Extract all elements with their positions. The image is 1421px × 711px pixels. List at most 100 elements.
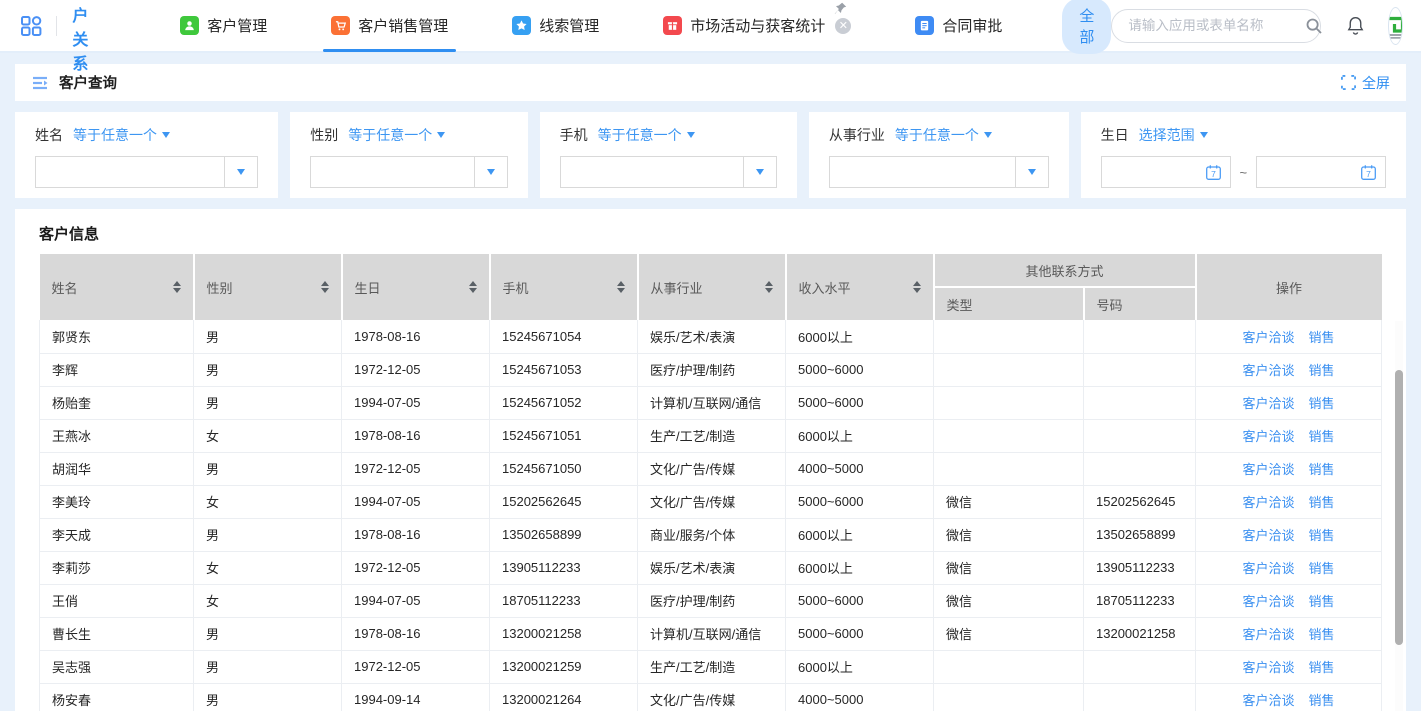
customer-negotiation-link[interactable]: 客户洽谈	[1242, 363, 1294, 378]
collapse-filters-icon[interactable]	[31, 75, 49, 91]
operator-dropdown[interactable]: 等于任意一个	[73, 125, 170, 145]
cell-contact_number: 18705112233	[1084, 584, 1196, 617]
col-header-gender[interactable]: 性别	[194, 254, 342, 320]
tab-leads-management[interactable]: 线索管理	[498, 0, 613, 52]
tab-contract-approval[interactable]: 合同审批	[901, 0, 1016, 52]
select-arrow-icon[interactable]	[743, 157, 776, 187]
operator-dropdown[interactable]: 等于任意一个	[348, 125, 445, 145]
tab-market-activity-stats[interactable]: 市场活动与获客统计 ✕	[649, 0, 865, 52]
sales-link[interactable]: 销售	[1309, 660, 1335, 675]
cell-contact_type	[934, 683, 1084, 711]
filter-bar: 姓名 等于任意一个 性别 等于任意一个 手机	[15, 112, 1406, 198]
gender-filter-select[interactable]	[310, 156, 507, 188]
customer-negotiation-link[interactable]: 客户洽谈	[1242, 396, 1294, 411]
birthday-start-input[interactable]: 7	[1101, 156, 1231, 188]
sort-icon[interactable]	[913, 281, 921, 294]
col-header-industry[interactable]: 从事行业	[638, 254, 786, 320]
cell-actions: 客户洽谈销售	[1196, 419, 1382, 452]
cell-name: 胡润华	[40, 452, 194, 485]
operator-dropdown[interactable]: 等于任意一个	[895, 125, 992, 145]
customer-negotiation-link[interactable]: 客户洽谈	[1242, 330, 1294, 345]
customer-person-icon	[180, 16, 199, 35]
cell-industry: 文化/广告/传媒	[638, 452, 786, 485]
birthday-end-input[interactable]: 7	[1256, 156, 1386, 188]
customer-negotiation-link[interactable]: 客户洽谈	[1242, 660, 1294, 675]
sales-link[interactable]: 销售	[1309, 363, 1335, 378]
scrollbar-thumb[interactable]	[1395, 370, 1403, 645]
app-launcher-icon[interactable]	[20, 15, 42, 37]
customer-negotiation-link[interactable]: 客户洽谈	[1242, 462, 1294, 477]
table-row: 郭贤东男1978-08-1615245671054娱乐/艺术/表演6000以上客…	[40, 320, 1382, 353]
cell-gender: 女	[194, 419, 342, 452]
tab-customer-sales-management[interactable]: 客户销售管理	[317, 0, 462, 52]
cell-name: 吴志强	[40, 650, 194, 683]
operator-dropdown[interactable]: 选择范围	[1139, 125, 1208, 145]
filter-name: 姓名 等于任意一个	[15, 112, 278, 198]
sales-link[interactable]: 销售	[1309, 627, 1335, 642]
sort-icon[interactable]	[469, 281, 477, 294]
sales-link[interactable]: 销售	[1309, 330, 1335, 345]
select-arrow-icon[interactable]	[1015, 157, 1048, 187]
cell-contact_type	[934, 320, 1084, 353]
table-row: 胡润华男1972-12-0515245671050文化/广告/传媒4000~50…	[40, 452, 1382, 485]
cell-birthday: 1978-08-16	[342, 419, 490, 452]
sales-link[interactable]: 销售	[1309, 396, 1335, 411]
customer-negotiation-link[interactable]: 客户洽谈	[1242, 627, 1294, 642]
mobile-filter-select[interactable]	[560, 156, 777, 188]
all-apps-button[interactable]: 全部	[1062, 0, 1111, 54]
operator-dropdown[interactable]: 等于任意一个	[598, 125, 695, 145]
select-arrow-icon[interactable]	[224, 157, 257, 187]
sort-icon[interactable]	[765, 281, 773, 294]
cell-income: 5000~6000	[786, 386, 934, 419]
workspace-title[interactable]: 客户关系	[72, 0, 96, 74]
close-tab-icon[interactable]: ✕	[835, 18, 851, 34]
chevron-down-icon	[437, 132, 445, 138]
sort-icon[interactable]	[617, 281, 625, 294]
sales-link[interactable]: 销售	[1309, 528, 1335, 543]
col-header-income[interactable]: 收入水平	[786, 254, 934, 320]
name-filter-select[interactable]	[35, 156, 258, 188]
fullscreen-button[interactable]: 全屏	[1341, 73, 1390, 93]
customer-negotiation-link[interactable]: 客户洽谈	[1242, 693, 1294, 708]
cell-mobile: 18705112233	[490, 584, 638, 617]
sales-link[interactable]: 销售	[1309, 462, 1335, 477]
select-arrow-icon[interactable]	[474, 157, 507, 187]
cell-gender: 男	[194, 452, 342, 485]
sales-link[interactable]: 销售	[1309, 693, 1335, 708]
customer-negotiation-link[interactable]: 客户洽谈	[1242, 429, 1294, 444]
col-header-mobile[interactable]: 手机	[490, 254, 638, 320]
sales-link[interactable]: 销售	[1309, 429, 1335, 444]
company-logo[interactable]	[1388, 7, 1403, 45]
col-header-birthday[interactable]: 生日	[342, 254, 490, 320]
sales-link[interactable]: 销售	[1309, 594, 1335, 609]
cell-mobile: 13905112233	[490, 551, 638, 584]
sales-link[interactable]: 销售	[1309, 495, 1335, 510]
sort-icon[interactable]	[173, 281, 181, 294]
cell-gender: 男	[194, 683, 342, 711]
customer-negotiation-link[interactable]: 客户洽谈	[1242, 528, 1294, 543]
col-header-name[interactable]: 姓名	[40, 254, 194, 320]
cell-income: 6000以上	[786, 551, 934, 584]
cell-contact_type	[934, 386, 1084, 419]
customer-negotiation-link[interactable]: 客户洽谈	[1242, 561, 1294, 576]
customer-negotiation-link[interactable]: 客户洽谈	[1242, 594, 1294, 609]
industry-filter-select[interactable]	[829, 156, 1049, 188]
customer-negotiation-link[interactable]: 客户洽谈	[1242, 495, 1294, 510]
filter-label: 手机	[560, 125, 588, 145]
global-search[interactable]	[1111, 9, 1321, 43]
sort-icon[interactable]	[321, 281, 329, 294]
market-gift-icon	[663, 16, 682, 35]
calendar-icon[interactable]: 7	[1360, 164, 1377, 181]
cell-mobile: 15245671052	[490, 386, 638, 419]
sales-link[interactable]: 销售	[1309, 561, 1335, 576]
tab-customer-management[interactable]: 客户管理	[166, 0, 281, 52]
calendar-icon[interactable]: 7	[1205, 164, 1222, 181]
notifications-bell-icon[interactable]	[1345, 15, 1366, 36]
search-icon[interactable]	[1305, 17, 1323, 35]
cell-birthday: 1972-12-05	[342, 551, 490, 584]
search-input[interactable]	[1128, 18, 1305, 33]
filter-label: 从事行业	[829, 125, 885, 145]
cell-industry: 生产/工艺/制造	[638, 650, 786, 683]
cell-actions: 客户洽谈销售	[1196, 584, 1382, 617]
cell-income: 6000以上	[786, 518, 934, 551]
